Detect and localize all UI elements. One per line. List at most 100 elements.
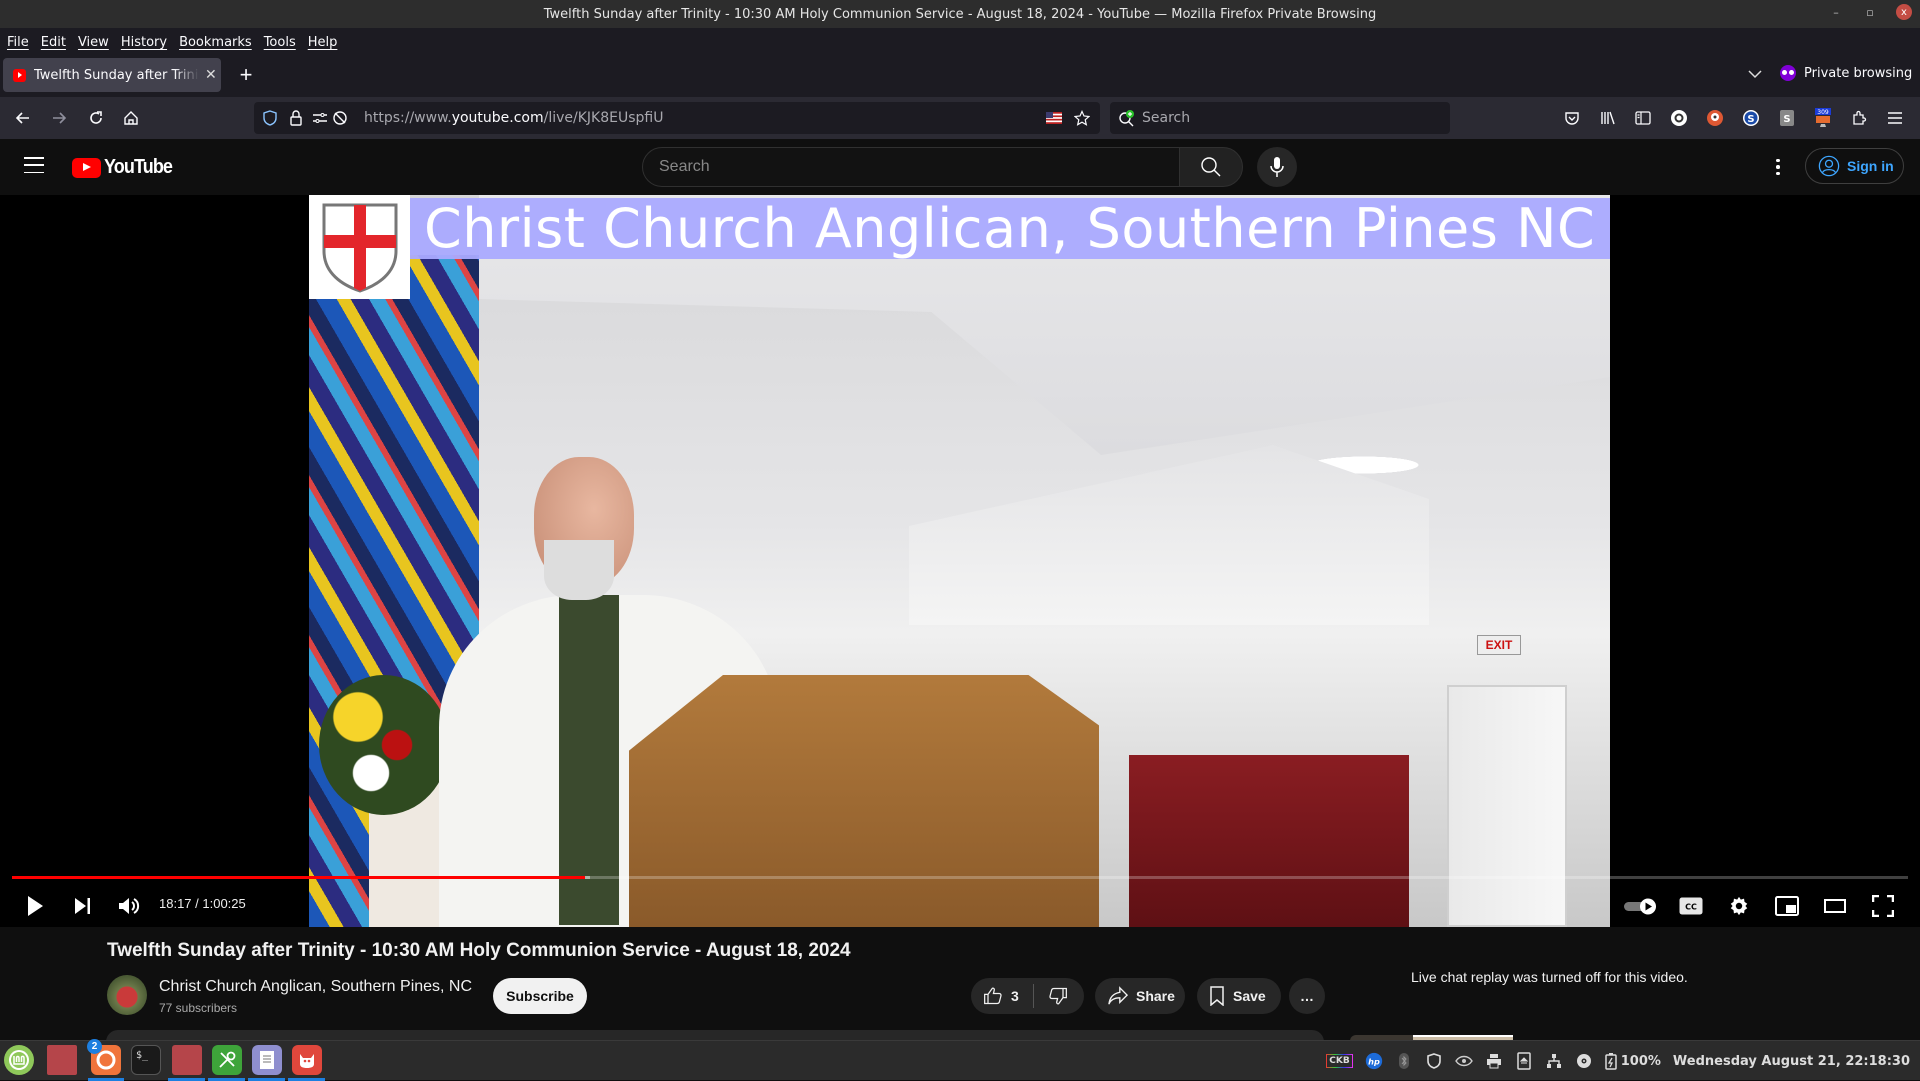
close-window-button[interactable]: x: [1896, 4, 1912, 20]
play-button[interactable]: [20, 889, 50, 923]
security-shield-icon[interactable]: [1425, 1052, 1443, 1070]
lock-icon[interactable]: [286, 108, 306, 128]
captions-button[interactable]: CC: [1676, 889, 1706, 923]
video-progress-bar[interactable]: [12, 876, 1908, 879]
printer-icon[interactable]: [1485, 1052, 1503, 1070]
bookmark-star-icon[interactable]: [1072, 108, 1092, 128]
list-all-tabs-button[interactable]: [1748, 66, 1762, 82]
text-editor-icon[interactable]: [252, 1045, 282, 1075]
play-icon: [28, 896, 43, 916]
extension-badge-count: 309: [1817, 109, 1829, 116]
autoplay-blocked-icon[interactable]: [330, 108, 350, 128]
youtube-search-button[interactable]: [1179, 147, 1243, 187]
duckduckgo-extension-icon[interactable]: [1704, 107, 1726, 129]
settings-button[interactable]: [1724, 889, 1754, 923]
menu-bookmarks[interactable]: Bookmarks: [179, 35, 252, 50]
s-gray-extension-icon[interactable]: S: [1776, 107, 1798, 129]
clock-datetime[interactable]: Wednesday August 21, 22:18:30: [1673, 1054, 1910, 1069]
removable-drive-icon[interactable]: [1515, 1052, 1533, 1070]
youtube-search-input[interactable]: Search: [642, 147, 1180, 187]
mint-menu-icon[interactable]: [4, 1045, 34, 1075]
gimp-icon[interactable]: [292, 1045, 322, 1075]
volume-icon: [119, 898, 140, 914]
sidebar-toggle-icon[interactable]: [1632, 107, 1654, 129]
passwords-keys-icon[interactable]: [212, 1045, 242, 1075]
bluetooth-icon[interactable]: [1395, 1052, 1413, 1070]
network-icon[interactable]: [1545, 1052, 1563, 1070]
menu-edit[interactable]: Edit: [41, 35, 66, 50]
settings-more-button[interactable]: [1766, 155, 1790, 179]
browser-search-input[interactable]: Search: [1110, 102, 1450, 134]
menu-tools[interactable]: Tools: [264, 35, 296, 50]
video-player[interactable]: EXIT Christ Church Anglican, Southern Pi…: [0, 195, 1920, 927]
url-bar[interactable]: https://www.youtube.com/live/KJK8EUspfiU: [254, 102, 1100, 134]
fullscreen-button[interactable]: [1868, 889, 1898, 923]
next-button[interactable]: [68, 889, 98, 923]
youtube-logo[interactable]: YouTube: [72, 156, 180, 179]
terminal-icon[interactable]: $_: [131, 1045, 161, 1075]
voice-search-button[interactable]: [1257, 147, 1297, 187]
back-button[interactable]: [11, 106, 35, 130]
video-organ: [1129, 755, 1409, 927]
like-button[interactable]: 3: [971, 986, 1019, 1006]
arrow-right-icon: [53, 112, 67, 124]
video-ceiling-recess: [909, 445, 1429, 625]
media-disc-icon[interactable]: [1575, 1052, 1593, 1070]
reload-button[interactable]: [84, 106, 108, 130]
nvidia-icon[interactable]: [1454, 1052, 1473, 1070]
forward-button[interactable]: [47, 106, 71, 130]
guide-menu-button[interactable]: [24, 157, 44, 173]
url-text[interactable]: https://www.youtube.com/live/KJK8EUspfiU: [364, 110, 664, 126]
home-button[interactable]: [119, 106, 143, 130]
chevron-down-icon: [1748, 70, 1762, 79]
menu-history[interactable]: History: [121, 35, 167, 50]
search-add-engine-icon: [1119, 110, 1134, 127]
show-desktop-icon[interactable]: [47, 1045, 77, 1075]
close-tab-button[interactable]: ✕: [205, 67, 217, 83]
monitor-extension-icon[interactable]: 309: [1812, 107, 1834, 129]
theater-mode-button[interactable]: [1820, 889, 1850, 923]
tab-youtube[interactable]: Twelfth Sunday after Trinity - 10:30 AM …: [3, 58, 221, 92]
time-display: 18:17 / 1:00:25: [159, 896, 246, 911]
hp-tray-icon[interactable]: hp: [1365, 1052, 1383, 1070]
sign-in-label: Sign in: [1847, 158, 1894, 174]
more-actions-button[interactable]: …: [1289, 978, 1325, 1014]
subscribe-button[interactable]: Subscribe: [493, 978, 587, 1014]
permissions-icon[interactable]: [310, 108, 330, 128]
battery-percentage: 100%: [1620, 1053, 1661, 1069]
keyboard-layout-indicator[interactable]: CKB: [1326, 1054, 1353, 1068]
private-mask-icon: [1780, 65, 1796, 81]
app-menu-icon[interactable]: [1884, 107, 1906, 129]
dislike-button[interactable]: [1048, 986, 1068, 1006]
video-frame[interactable]: EXIT Christ Church Anglican, Southern Pi…: [309, 195, 1610, 927]
sign-in-button[interactable]: Sign in: [1805, 148, 1904, 184]
miniplayer-button[interactable]: [1772, 889, 1802, 923]
svg-text:S: S: [1747, 114, 1754, 125]
s-blue-extension-icon[interactable]: S: [1740, 107, 1762, 129]
menu-help[interactable]: Help: [308, 35, 338, 50]
like-count: 3: [1011, 988, 1019, 1004]
us-flag-icon[interactable]: [1044, 108, 1064, 128]
extension-q-icon[interactable]: [1668, 107, 1690, 129]
share-button[interactable]: Share: [1095, 978, 1185, 1014]
svg-text:hp: hp: [1368, 1056, 1380, 1066]
minimize-button[interactable]: –: [1828, 4, 1844, 20]
mute-button[interactable]: [114, 889, 144, 923]
maximize-button[interactable]: ▫: [1862, 4, 1878, 20]
files-folder-icon[interactable]: [172, 1045, 202, 1075]
menu-view[interactable]: View: [78, 35, 109, 50]
autoplay-toggle[interactable]: [1622, 889, 1660, 923]
channel-avatar[interactable]: [107, 975, 147, 1015]
new-tab-button[interactable]: +: [234, 62, 258, 88]
firefox-taskbar-icon[interactable]: 2: [87, 1039, 121, 1075]
save-button[interactable]: Save: [1197, 978, 1281, 1014]
navigation-toolbar: https://www.youtube.com/live/KJK8EUspfiU…: [0, 97, 1920, 139]
channel-name-link[interactable]: Christ Church Anglican, Southern Pines, …: [159, 978, 472, 996]
tracking-protection-shield-icon[interactable]: [260, 108, 280, 128]
microphone-icon: [1270, 157, 1284, 177]
pocket-icon[interactable]: [1561, 107, 1583, 129]
library-icon[interactable]: [1597, 107, 1619, 129]
battery-indicator[interactable]: 100%: [1605, 1052, 1661, 1070]
menu-file[interactable]: File: [7, 35, 29, 50]
extensions-puzzle-icon[interactable]: [1848, 107, 1870, 129]
